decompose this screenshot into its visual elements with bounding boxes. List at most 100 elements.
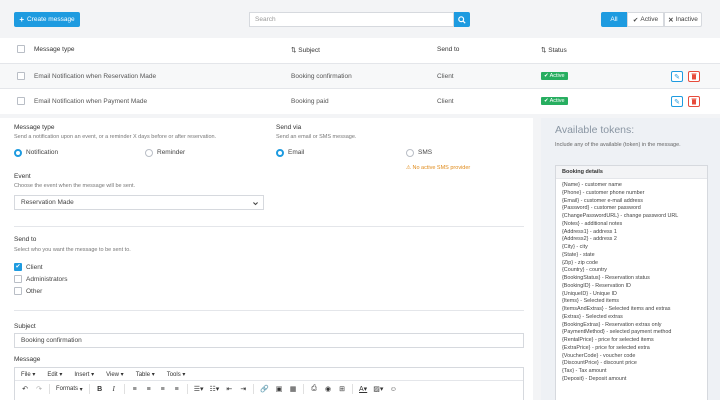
- column-header-type[interactable]: Message type: [34, 46, 74, 53]
- row-send-to: Client: [437, 98, 454, 105]
- filter-all-button[interactable]: All: [601, 12, 627, 27]
- token-item[interactable]: {Name} - customer name: [562, 182, 678, 190]
- token-item[interactable]: {Address2} - address 2: [562, 236, 678, 244]
- email-label: Email: [288, 149, 305, 156]
- token-item[interactable]: {RentalPrice} - price for selected items: [562, 337, 678, 345]
- search-button[interactable]: [454, 12, 470, 27]
- delete-button[interactable]: [688, 96, 700, 107]
- token-item[interactable]: {Phone} - customer phone number: [562, 190, 678, 198]
- edit-button[interactable]: ✎: [671, 96, 683, 107]
- code-icon[interactable]: ⊞: [338, 384, 346, 394]
- subject-input[interactable]: Booking confirmation: [14, 333, 524, 348]
- token-item[interactable]: {UniqueID} - Unique ID: [562, 291, 678, 299]
- token-item[interactable]: {ItemsAndExtras} - Selected items and ex…: [562, 306, 678, 314]
- token-item[interactable]: {BookingID} - Reservation ID: [562, 283, 678, 291]
- send-to-help: Select who you want the message to be se…: [14, 247, 131, 253]
- link-icon[interactable]: 🔗: [260, 384, 269, 394]
- token-item[interactable]: {PaymentMethod} - selected payment metho…: [562, 329, 678, 337]
- text-color-icon[interactable]: A▾: [359, 384, 367, 394]
- other-checkbox[interactable]: [14, 287, 22, 295]
- token-item[interactable]: {DiscountPrice} - discount price: [562, 360, 678, 368]
- indent-icon[interactable]: ⇥: [239, 384, 247, 394]
- trash-icon: [691, 73, 697, 80]
- bullet-list-icon[interactable]: ☰▾: [194, 384, 204, 394]
- filter-active-button[interactable]: ✔ Active: [627, 12, 664, 27]
- token-item[interactable]: {Notes} - additional notes: [562, 221, 678, 229]
- bold-icon[interactable]: B: [96, 384, 104, 394]
- administrators-checkbox[interactable]: [14, 275, 22, 283]
- align-justify-icon[interactable]: ≡: [173, 384, 181, 394]
- column-header-subject[interactable]: ⇅ Subject: [291, 46, 320, 54]
- token-item[interactable]: {Email} - customer e-mail address: [562, 198, 678, 206]
- table-row[interactable]: Email Notification when Reservation Made…: [0, 63, 720, 88]
- token-item[interactable]: {BookingStatus} - Reservation status: [562, 275, 678, 283]
- edit-button[interactable]: ✎: [671, 71, 683, 82]
- token-item[interactable]: {Password} - customer password: [562, 205, 678, 213]
- redo-icon[interactable]: ↷: [35, 384, 43, 394]
- message-editor[interactable]: File ▾ Edit ▾ Insert ▾ View ▾ Table ▾ To…: [14, 367, 524, 400]
- create-message-button[interactable]: + Create message: [14, 12, 80, 27]
- search-input[interactable]: Search: [249, 12, 454, 27]
- undo-icon[interactable]: ↶: [21, 384, 29, 394]
- select-all-checkbox[interactable]: [17, 45, 25, 53]
- token-item[interactable]: {State} - state: [562, 252, 678, 260]
- menu-edit[interactable]: Edit ▾: [47, 371, 62, 378]
- token-item[interactable]: {Extras} - Selected extras: [562, 314, 678, 322]
- email-radio[interactable]: [276, 149, 284, 157]
- menu-file[interactable]: File ▾: [21, 371, 35, 378]
- tokens-box: Booking details {Name} - customer name {P…: [555, 165, 708, 400]
- reminder-radio[interactable]: [145, 149, 153, 157]
- subject-label: Subject: [14, 323, 36, 330]
- token-item[interactable]: {Tax} - Tax amount: [562, 368, 678, 376]
- client-checkbox[interactable]: ✔: [14, 263, 22, 271]
- outdent-icon[interactable]: ⇤: [225, 384, 233, 394]
- toolbar-separator: [253, 384, 255, 394]
- chevron-down-icon: [253, 202, 258, 206]
- editor-toolbar: ↶ ↷ Formats ▾ B I ≡ ≡ ≡ ≡ ☰▾ ☷▾ ⇤ ⇥ 🔗 ▣ …: [15, 381, 523, 397]
- align-center-icon[interactable]: ≡: [145, 384, 153, 394]
- token-item[interactable]: {Items} - Selected items: [562, 298, 678, 306]
- token-item[interactable]: {ChangePasswordURL} - change password UR…: [562, 213, 678, 221]
- token-item[interactable]: {ExtraPrice} - price for selected extra: [562, 345, 678, 353]
- menu-table[interactable]: Table ▾: [136, 371, 155, 378]
- event-label: Event: [14, 173, 31, 180]
- reminder-label: Reminder: [157, 149, 186, 156]
- menu-tools[interactable]: Tools ▾: [167, 371, 186, 378]
- background-color-icon[interactable]: ▨▾: [373, 384, 383, 394]
- media-icon[interactable]: ▦: [289, 384, 297, 394]
- menu-insert[interactable]: Insert ▾: [74, 371, 94, 378]
- align-left-icon[interactable]: ≡: [131, 384, 139, 394]
- toolbar-separator: [123, 384, 125, 394]
- token-item[interactable]: {Country} - country: [562, 267, 678, 275]
- row-checkbox[interactable]: [17, 72, 25, 80]
- column-header-status[interactable]: ⇅ Status: [541, 46, 567, 54]
- token-item[interactable]: {BookingExtras} - Reservation extras onl…: [562, 322, 678, 330]
- table-row[interactable]: Email Notification when Payment Made Boo…: [0, 88, 720, 113]
- message-form: Message type Send a notification upon an…: [0, 118, 533, 400]
- token-item[interactable]: {Address1} - address 1: [562, 229, 678, 237]
- token-item[interactable]: {VoucherCode} - voucher code: [562, 353, 678, 361]
- token-item[interactable]: {Zip} - zip code: [562, 260, 678, 268]
- emoticons-icon[interactable]: ☺: [389, 384, 397, 394]
- sms-radio[interactable]: [406, 149, 414, 157]
- preview-icon[interactable]: ◉: [324, 384, 332, 394]
- formats-dropdown[interactable]: Formats ▾: [56, 384, 83, 394]
- italic-icon[interactable]: I: [110, 384, 118, 394]
- event-select[interactable]: Reservation Made: [14, 195, 264, 210]
- close-icon: ✕: [668, 16, 674, 24]
- menu-view[interactable]: View ▾: [106, 371, 124, 378]
- row-checkbox[interactable]: [17, 97, 25, 105]
- align-right-icon[interactable]: ≡: [159, 384, 167, 394]
- row-send-to: Client: [437, 73, 454, 80]
- numbered-list-icon[interactable]: ☷▾: [210, 384, 220, 394]
- notification-label: Notification: [26, 149, 59, 156]
- filter-inactive-button[interactable]: ✕ Inactive: [664, 12, 702, 27]
- image-icon[interactable]: ▣: [275, 384, 283, 394]
- token-item[interactable]: {Deposit} - Deposit amount: [562, 376, 678, 384]
- print-icon[interactable]: ⎙: [310, 384, 318, 394]
- token-item[interactable]: {City} - city: [562, 244, 678, 252]
- other-label: Other: [26, 288, 43, 295]
- notification-radio[interactable]: [14, 149, 22, 157]
- delete-button[interactable]: [688, 71, 700, 82]
- message-type-label: Message type: [14, 124, 55, 131]
